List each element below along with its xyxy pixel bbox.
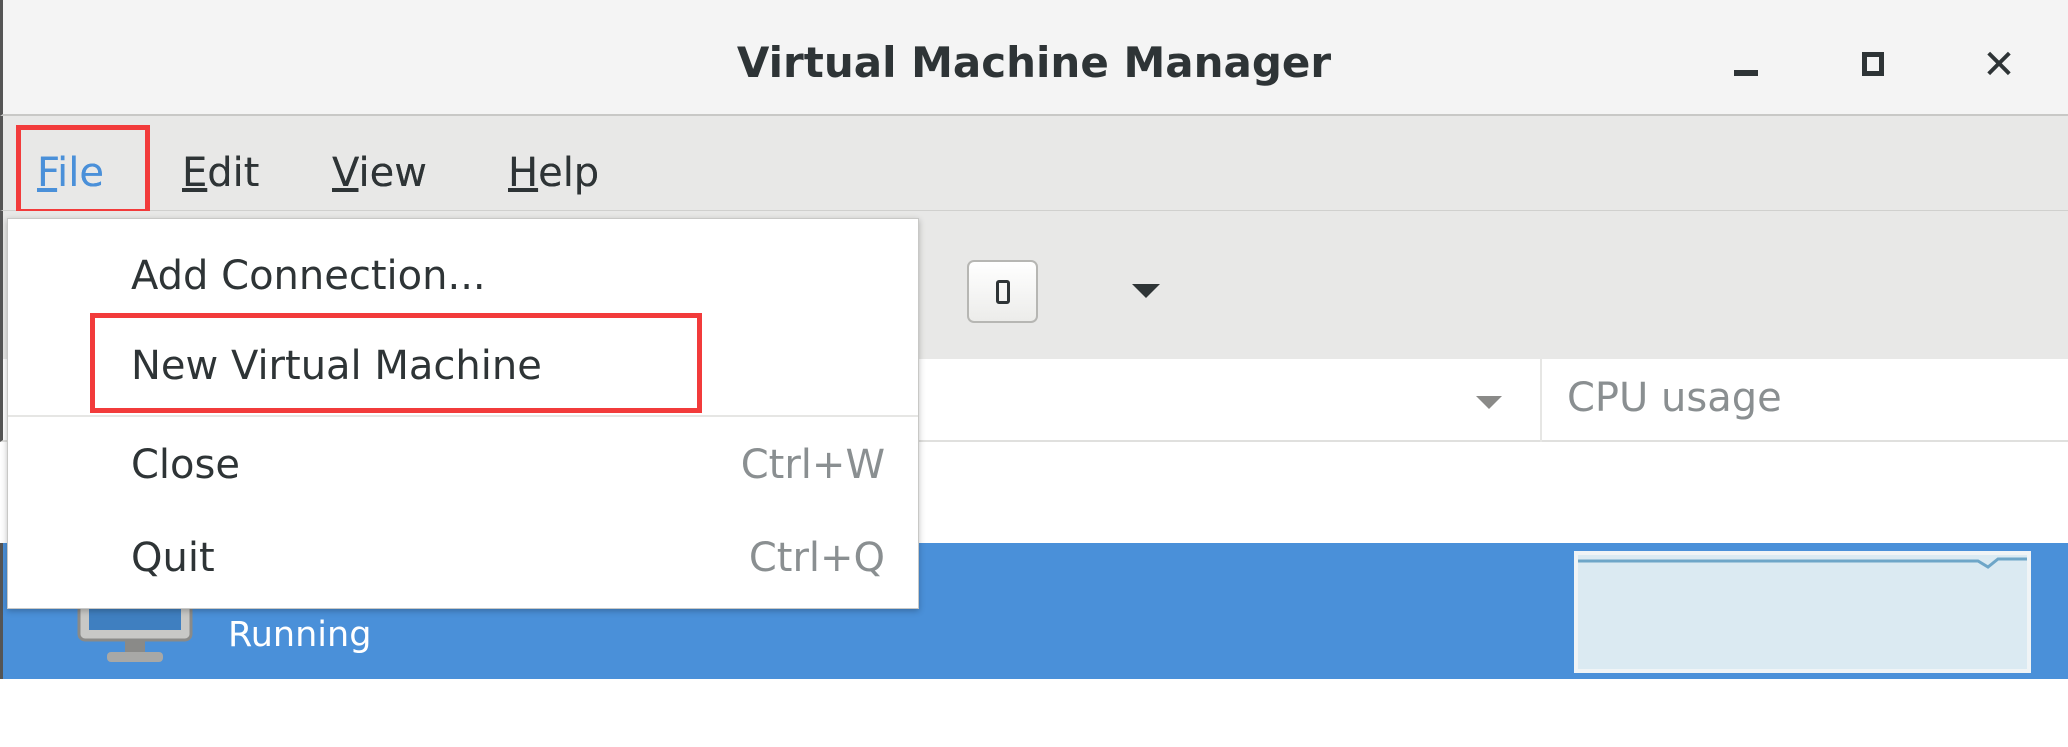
sort-arrow-icon[interactable]	[1476, 396, 1502, 409]
menu-item-add-connection[interactable]: Add Connection...	[131, 253, 486, 299]
menu-help-mnemonic-overlay: Help	[508, 150, 599, 196]
cpu-usage-graph	[1574, 551, 2031, 673]
menu-edit-mnemonic: E	[182, 150, 208, 196]
menu-view-mnemonic: V	[332, 150, 359, 196]
menu-edit[interactable]: Edit Edit	[182, 150, 259, 196]
cpu-usage-line	[1578, 557, 2027, 569]
menu-view-mnemonic-overlay: View	[332, 150, 427, 196]
menu-view-rest: iew	[358, 150, 427, 196]
shutdown-button[interactable]	[967, 260, 1038, 323]
close-icon[interactable]: ✕	[1974, 40, 2024, 90]
menu-view[interactable]: View View	[332, 150, 427, 196]
column-header-cpu-usage[interactable]: CPU usage	[1567, 375, 1782, 421]
vm-status: Running	[228, 615, 372, 655]
menu-separator	[8, 415, 918, 417]
shutdown-icon	[996, 280, 1010, 304]
shortcut-quit: Ctrl+Q	[748, 535, 885, 581]
column-divider	[1540, 359, 1542, 442]
minimize-icon[interactable]	[1721, 40, 1771, 90]
menu-bar	[0, 116, 2068, 211]
shutdown-dropdown-arrow-icon[interactable]	[1132, 284, 1160, 298]
maximize-icon[interactable]	[1848, 40, 1898, 90]
new-vm-highlight-box	[90, 313, 702, 413]
menu-help-rest: elp	[538, 150, 600, 196]
file-menu-dropdown: Add Connection... New Virtual Machine Cl…	[7, 218, 919, 609]
menu-help-mnemonic: H	[508, 150, 539, 196]
menu-edit-mnemonic-overlay: Edit	[182, 150, 259, 196]
menu-help[interactable]: Help Help	[508, 150, 599, 196]
file-highlight-box	[16, 125, 150, 214]
menu-edit-rest: dit	[207, 150, 260, 196]
shortcut-close: Ctrl+W	[740, 442, 885, 488]
menu-item-quit[interactable]: Quit	[131, 535, 215, 581]
menu-item-close[interactable]: Close	[131, 442, 240, 488]
